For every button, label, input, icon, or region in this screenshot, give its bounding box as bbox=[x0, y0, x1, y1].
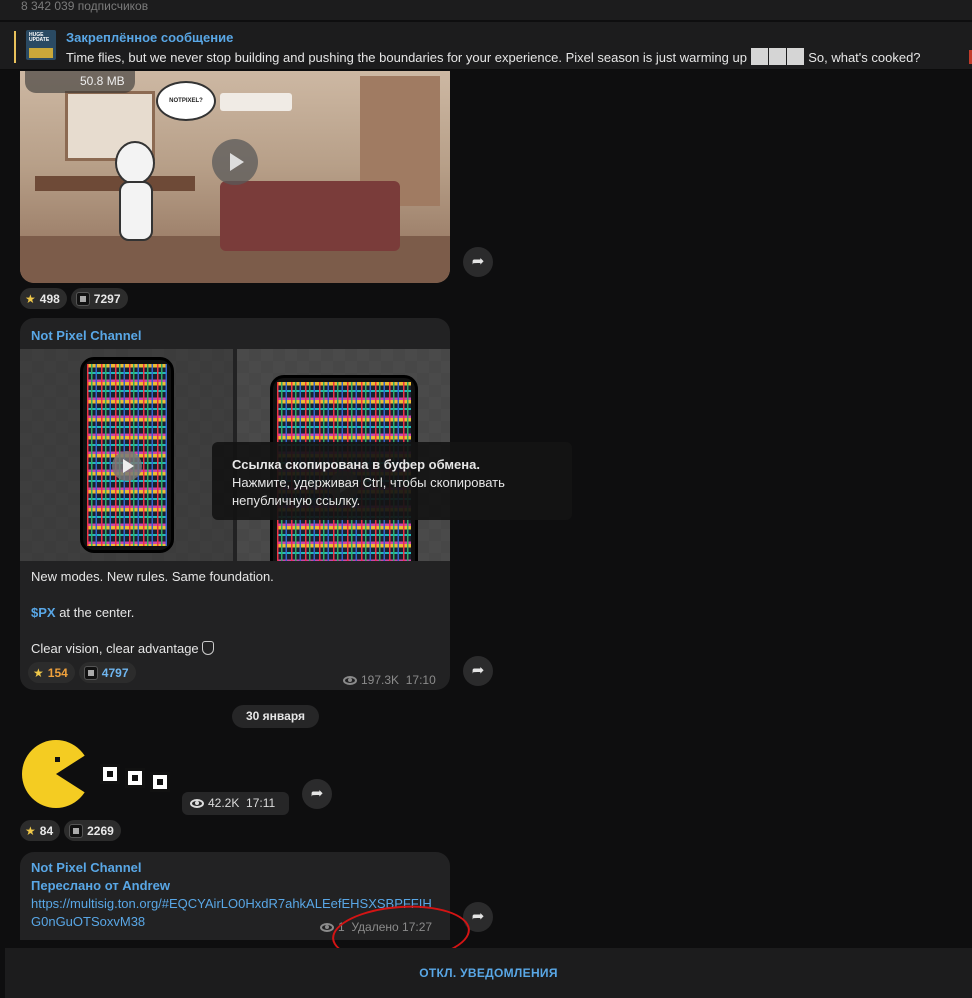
reaction-notpixel[interactable]: 4797 bbox=[78, 662, 136, 683]
reaction-count: 4797 bbox=[101, 665, 129, 680]
square-emoji-icon bbox=[768, 48, 786, 65]
subscriber-count: 8 342 039 подписчиков bbox=[0, 0, 972, 20]
character-body bbox=[119, 181, 153, 241]
reaction-star[interactable]: ★ 84 bbox=[20, 820, 61, 841]
star-icon: ★ bbox=[33, 665, 44, 680]
toast-title: Ссылка скопирована в буфер обмена. bbox=[232, 457, 480, 472]
notpixel-icon bbox=[75, 291, 90, 306]
notpixel-icon bbox=[83, 665, 98, 680]
pinned-thumb-graphic bbox=[29, 48, 53, 58]
notpixel-icon bbox=[69, 823, 84, 838]
square-emoji-icon bbox=[750, 48, 768, 65]
pinned-title: Закреплённое сообщение bbox=[66, 30, 234, 45]
sticker-meta: 42.2K 17:11 bbox=[182, 792, 289, 815]
pixel-dot-icon bbox=[150, 772, 170, 792]
play-icon[interactable] bbox=[212, 139, 258, 185]
reactions-video: ★ 498 7297 bbox=[20, 288, 128, 309]
video-preview[interactable]: NOTPIXEL? 50.8 MB bbox=[20, 71, 450, 283]
bottom-bar: ОТКЛ. УВЕДОМЛЕНИЯ bbox=[5, 948, 972, 998]
star-icon: ★ bbox=[25, 823, 36, 838]
reaction-count: 154 bbox=[47, 665, 68, 680]
media-left[interactable] bbox=[20, 349, 233, 561]
text-fragment: Clear vision, clear advantage bbox=[31, 641, 199, 656]
toast-notification: Ссылка скопирована в буфер обмена. Нажми… bbox=[212, 442, 572, 520]
scene-character bbox=[105, 141, 165, 261]
reaction-count: 498 bbox=[39, 291, 60, 306]
thought-bubble: NOTPIXEL? bbox=[156, 81, 216, 121]
pinned-text-tail: So, what's cooked? bbox=[808, 50, 921, 65]
pinned-thumb-label: HUGE UPDATE bbox=[29, 32, 50, 43]
eye-icon bbox=[190, 799, 204, 808]
text-line: $PX at the center. bbox=[31, 604, 274, 622]
reaction-notpixel[interactable]: 2269 bbox=[64, 820, 121, 841]
phone-preview bbox=[80, 357, 174, 553]
message-meta: 197.3K 17:10 bbox=[343, 673, 436, 687]
mute-notifications-button[interactable]: ОТКЛ. УВЕДОМЛЕНИЯ bbox=[5, 948, 972, 998]
forwarded-from[interactable]: Переслано от Andrew bbox=[31, 878, 170, 893]
scene-bed bbox=[220, 181, 400, 251]
toast-text: Нажмите, удерживая Ctrl, чтобы скопирова… bbox=[232, 475, 505, 508]
pinned-message[interactable]: HUGE UPDATE Закреплённое сообщение Time … bbox=[0, 22, 972, 70]
text-line: New modes. New rules. Same foundation. bbox=[31, 569, 274, 584]
pinned-text-main: Time flies, but we never stop building a… bbox=[66, 50, 747, 65]
character-head bbox=[115, 141, 155, 185]
date-separator: 30 января bbox=[232, 705, 319, 728]
pacman-eye bbox=[55, 757, 60, 762]
eye-icon bbox=[343, 676, 357, 685]
reactions-msg2: ★ 154 4797 bbox=[28, 662, 136, 683]
scene-air-conditioner bbox=[220, 93, 292, 111]
pixel-dot-icon bbox=[125, 768, 145, 788]
share-icon[interactable] bbox=[302, 779, 332, 809]
pacman-sticker[interactable] bbox=[22, 740, 90, 808]
reaction-star[interactable]: ★ 154 bbox=[28, 662, 75, 683]
file-size-badge: 50.8 MB bbox=[25, 71, 135, 93]
view-count: 42.2K bbox=[208, 796, 240, 810]
pinned-text: Time flies, but we never stop building a… bbox=[66, 48, 921, 65]
reactions-sticker: ★ 84 2269 bbox=[20, 820, 121, 841]
star-icon: ★ bbox=[25, 291, 36, 306]
eye-icon bbox=[320, 923, 334, 932]
shield-emoji-icon bbox=[202, 641, 215, 655]
reaction-count: 2269 bbox=[87, 823, 114, 838]
share-icon[interactable] bbox=[463, 247, 493, 277]
cashtag-link[interactable]: $PX bbox=[31, 605, 56, 620]
square-emoji-icon bbox=[786, 48, 804, 65]
channel-name[interactable]: Not Pixel Channel bbox=[31, 328, 142, 343]
reaction-star[interactable]: ★ 498 bbox=[20, 288, 67, 309]
message-time: 17:11 bbox=[246, 796, 276, 810]
message-text: New modes. New rules. Same foundation. $… bbox=[31, 568, 274, 658]
text-line: Clear vision, clear advantage bbox=[31, 640, 274, 658]
pinned-accent-bar bbox=[14, 31, 16, 63]
pixel-dot-icon bbox=[100, 764, 120, 784]
channel-name[interactable]: Not Pixel Channel bbox=[31, 860, 142, 875]
reaction-notpixel[interactable]: 7297 bbox=[70, 288, 128, 309]
share-icon[interactable] bbox=[463, 656, 493, 686]
reaction-count: 7297 bbox=[93, 291, 121, 306]
view-count: 197.3K bbox=[361, 673, 400, 687]
play-icon[interactable] bbox=[112, 451, 142, 482]
message-time: 17:10 bbox=[405, 673, 436, 687]
pinned-thumbnail: HUGE UPDATE bbox=[26, 30, 56, 60]
text-fragment: at the center. bbox=[55, 605, 135, 620]
reaction-count: 84 bbox=[39, 823, 54, 838]
